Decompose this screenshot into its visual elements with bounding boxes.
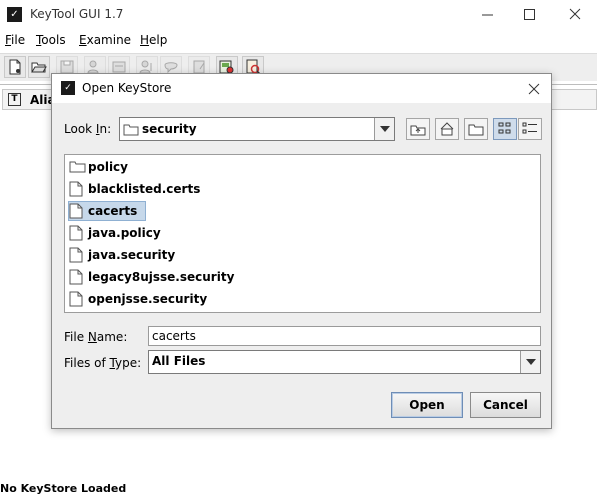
list-item-legacy8ujsse-security[interactable]: legacy8ujsse.security [68, 267, 368, 287]
folder-icon [123, 124, 139, 136]
list-item-java-security[interactable]: java.security [68, 245, 368, 265]
menu-tools[interactable]: Tools [36, 33, 66, 47]
file-type-value: All Files [152, 354, 206, 368]
details-view-button[interactable] [518, 118, 542, 140]
dialog-close-icon[interactable] [523, 78, 545, 100]
open-keystore-icon [31, 62, 47, 73]
menubar: File Tools Examine Help [0, 31, 597, 51]
file-name-input[interactable] [149, 327, 540, 345]
details-view-icon [522, 122, 537, 134]
app-logo-icon: ✓ [7, 7, 22, 22]
new-folder-button[interactable] [464, 118, 488, 140]
dialog-logo-icon: ✓ [61, 81, 75, 95]
up-one-level-icon [410, 125, 426, 136]
file-icon [69, 269, 83, 285]
dialog-title: Open KeyStore [82, 81, 172, 95]
status-bar: No KeyStore Loaded [0, 482, 597, 495]
file-type-combo[interactable]: All Files [148, 350, 541, 374]
file-list[interactable]: policy blacklisted.certs cacerts java.po… [64, 154, 541, 313]
list-item-openjsse-security[interactable]: openjsse.security [68, 289, 368, 309]
menu-help[interactable]: Help [140, 33, 167, 47]
cancel-button[interactable]: Cancel [470, 392, 541, 418]
file-icon [69, 225, 83, 241]
look-in-value: security [142, 122, 197, 136]
chevron-down-icon[interactable] [520, 351, 540, 373]
entry-type-column-icon: T [8, 93, 21, 106]
app-title: KeyTool GUI 1.7 [30, 7, 124, 21]
new-keystore-icon [9, 59, 21, 75]
list-item-policy[interactable]: policy [68, 157, 368, 177]
new-folder-icon [468, 124, 484, 136]
menu-file[interactable]: File [5, 33, 25, 47]
file-type-label: Files of Type: [64, 356, 142, 370]
chevron-down-icon[interactable] [374, 118, 394, 140]
look-in-label: Look In: [64, 122, 112, 136]
file-name-label: File Name: [64, 330, 128, 344]
file-icon [69, 181, 83, 197]
file-icon [69, 247, 83, 263]
folder-icon [69, 161, 86, 173]
new-keystore-button[interactable] [4, 56, 26, 78]
menu-examine[interactable]: Examine [79, 33, 131, 47]
home-icon [440, 122, 454, 136]
app-titlebar: ✓ KeyTool GUI 1.7 [0, 0, 597, 30]
status-text: No KeyStore Loaded [0, 482, 127, 495]
close-icon[interactable] [564, 4, 588, 26]
list-view-button[interactable] [493, 118, 517, 140]
file-icon [69, 291, 83, 307]
list-item-java-policy[interactable]: java.policy [68, 223, 368, 243]
open-keystore-dialog: ✓ Open KeyStore Look In: security policy… [51, 73, 552, 429]
dialog-titlebar: ✓ Open KeyStore [52, 74, 551, 103]
maximize-icon[interactable] [518, 4, 542, 26]
list-item-cacerts[interactable]: cacerts [68, 201, 368, 221]
list-view-icon [498, 122, 511, 134]
open-button[interactable]: Open [391, 392, 463, 418]
list-item-blacklisted-certs[interactable]: blacklisted.certs [68, 179, 368, 199]
file-icon [69, 203, 83, 219]
file-name-field[interactable] [148, 326, 541, 346]
home-button[interactable] [435, 118, 459, 140]
up-one-level-button[interactable] [406, 118, 430, 140]
minimize-icon[interactable] [476, 4, 500, 26]
open-keystore-button[interactable] [28, 56, 50, 78]
look-in-combo[interactable]: security [119, 117, 395, 141]
